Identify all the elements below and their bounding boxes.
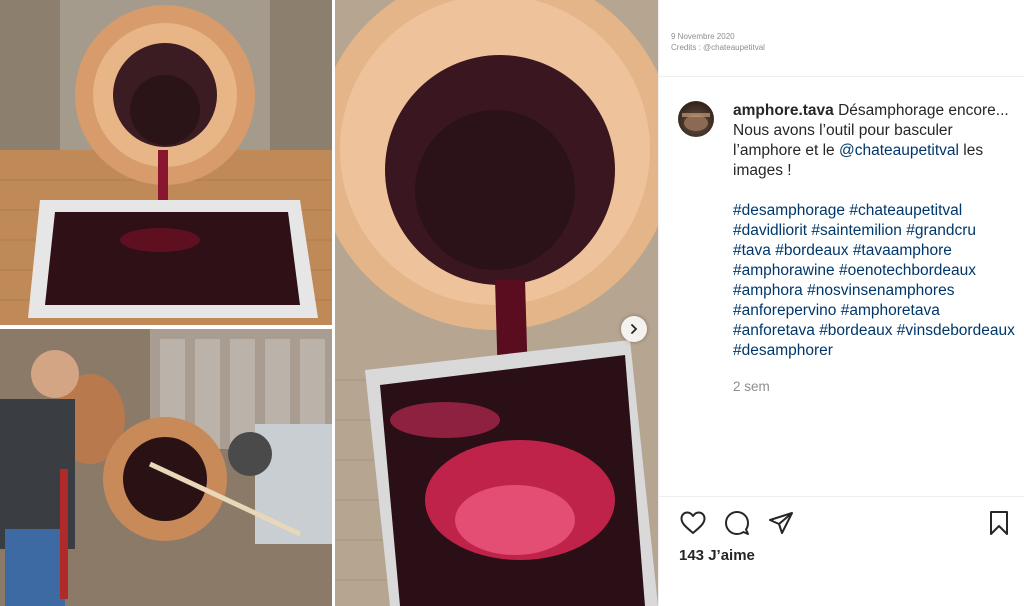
post-details-panel: 9 Novembre 2020 Credits : @chateaupetitv… — [658, 0, 1024, 606]
photo-amphora-pouring — [0, 0, 332, 325]
hashtag-link[interactable]: #anforetava — [733, 322, 815, 339]
hashtag-link[interactable]: #amphoretava — [841, 302, 940, 319]
hashtag-link[interactable]: #bordeaux — [819, 322, 892, 339]
hashtag-link[interactable]: #nosvinsenamphores — [807, 282, 954, 299]
hashtag-list: #desamphorage #chateaupetitval #davidlio… — [733, 201, 1018, 361]
send-icon[interactable] — [766, 508, 796, 538]
hashtag-link[interactable]: #saintemilion — [811, 222, 901, 239]
hashtag-link[interactable]: #tavaamphore — [853, 242, 952, 259]
chevron-right-icon[interactable] — [621, 316, 647, 342]
mention-link[interactable]: @chateaupetitval — [839, 142, 959, 159]
action-bar — [678, 508, 1014, 538]
caption-text: amphore.tava Désamphorage encore... Nous… — [733, 101, 1018, 397]
post-time[interactable]: 2 sem — [733, 377, 1018, 397]
hashtag-link[interactable]: #vinsdebordeaux — [897, 322, 1015, 339]
hashtag-link[interactable]: #desamphorer — [733, 342, 833, 359]
hashtag-link[interactable]: #tava — [733, 242, 771, 259]
hashtag-link[interactable]: #amphorawine — [733, 262, 835, 279]
avatar[interactable] — [678, 101, 714, 137]
comment-icon[interactable] — [722, 508, 752, 538]
likes-count[interactable]: 143 J’aime — [679, 547, 755, 564]
post-date: 9 Novembre 2020 — [671, 32, 735, 41]
hashtag-link[interactable]: #chateaupetitval — [849, 202, 962, 219]
photo-workers-art — [0, 329, 332, 606]
divider — [659, 496, 1024, 497]
hashtag-link[interactable]: #bordeaux — [775, 242, 848, 259]
post-media[interactable] — [0, 0, 658, 606]
collage-divider-vertical — [332, 0, 335, 606]
hashtag-link[interactable]: #amphora — [733, 282, 803, 299]
hashtag-link[interactable]: #desamphorage — [733, 202, 845, 219]
post-caption: amphore.tava Désamphorage encore... Nous… — [678, 101, 1018, 397]
photo-amphora-pouring-art — [0, 0, 332, 325]
hashtag-link[interactable]: #anforepervino — [733, 302, 836, 319]
hashtag-link[interactable]: #grandcru — [906, 222, 976, 239]
photo-closeup-pouring — [335, 0, 658, 606]
photo-closeup-pouring-art — [335, 0, 658, 606]
username-link[interactable]: amphore.tava — [733, 102, 834, 119]
photo-workers — [0, 329, 332, 606]
post-credits: Credits : @chateaupetitval — [671, 43, 765, 52]
hashtag-link[interactable]: #oenotechbordeaux — [839, 262, 976, 279]
bookmark-icon[interactable] — [984, 508, 1014, 538]
heart-icon[interactable] — [678, 508, 708, 538]
collage-divider-horizontal — [0, 325, 332, 329]
divider — [659, 76, 1024, 77]
post-meta: 9 Novembre 2020 Credits : @chateaupetitv… — [659, 0, 1024, 53]
hashtag-link[interactable]: #davidliorit — [733, 222, 807, 239]
